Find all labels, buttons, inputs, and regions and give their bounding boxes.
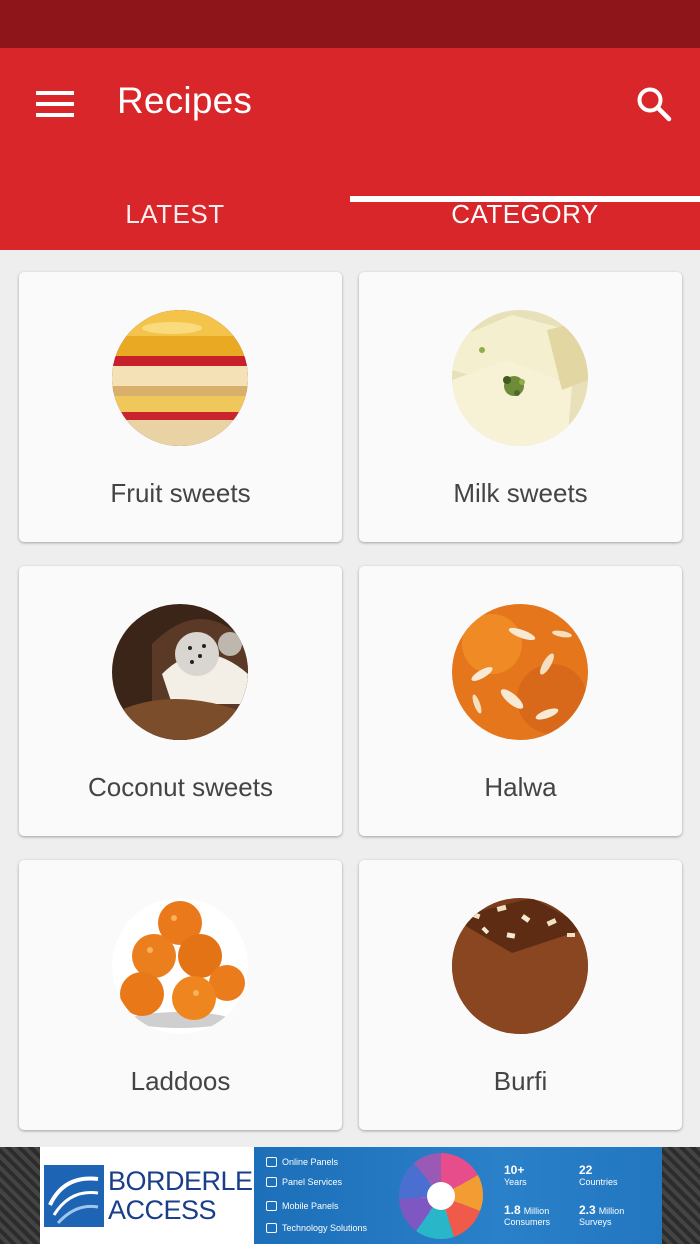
ad-stat: 1.8 Million Consumers [504,1203,551,1227]
category-label: Fruit sweets [110,478,251,508]
hamburger-menu-icon [36,91,74,117]
ad-border-pattern [0,1147,40,1244]
milk-sweets-photo [452,310,588,446]
category-card-fruit-sweets[interactable]: Fruit sweets [19,272,342,542]
ad-service-item: Online Panels [266,1157,338,1167]
ad-wheel-graphic [398,1153,484,1240]
coconut-sweets-photo [112,604,248,740]
category-card-laddoos[interactable]: Laddoos [19,860,342,1130]
laddoos-photo [112,898,248,1034]
fruit-sweets-photo [112,310,248,446]
search-icon [637,87,672,122]
page-title: Recipes [117,80,253,121]
borderless-access-logo-icon [44,1165,104,1227]
category-label: Burfi [493,1066,548,1096]
car-icon [266,1177,277,1187]
tab-bar: LATEST CATEGORY [0,178,700,250]
ad-service-item: Mobile Panels [266,1201,339,1211]
ad-service-item: Panel Services [266,1177,342,1187]
category-grid: Fruit sweets Milk sweets Coconut sweets … [0,250,700,1147]
panel-icon [266,1157,277,1167]
ad-content: Online Panels Panel Services Mobile Pane… [254,1147,662,1244]
mobile-icon [266,1201,277,1211]
search-button[interactable] [626,76,682,132]
category-card-milk-sweets[interactable]: Milk sweets [359,272,682,542]
category-label: Halwa [484,772,557,802]
category-card-halwa[interactable]: Halwa [359,566,682,836]
menu-button[interactable] [24,76,86,132]
tab-latest[interactable]: LATEST [0,178,350,250]
status-bar [0,0,700,48]
ad-stat: 22 Countries [579,1163,618,1187]
category-card-burfi[interactable]: Burfi [359,860,682,1130]
burfi-photo [452,898,588,1034]
ad-border-pattern [662,1147,700,1244]
ad-stat: 10+ Years [504,1163,527,1187]
category-label: Milk sweets [453,478,588,508]
category-label: Coconut sweets [88,772,273,802]
category-card-coconut-sweets[interactable]: Coconut sweets [19,566,342,836]
category-label: Laddoos [130,1066,231,1096]
app-bar: Recipes LATEST CATEGORY [0,48,700,250]
ad-stat: 2.3 Million Surveys [579,1203,625,1227]
ad-banner[interactable]: BORDERLESS ACCESS Online Panels Panel Se… [0,1147,700,1244]
ad-logo: BORDERLESS ACCESS [40,1147,288,1244]
tab-indicator [350,196,700,202]
halwa-photo [452,604,588,740]
tab-category[interactable]: CATEGORY [350,178,700,250]
ad-service-item: Technology Solutions [266,1223,367,1233]
computer-icon [266,1223,277,1233]
